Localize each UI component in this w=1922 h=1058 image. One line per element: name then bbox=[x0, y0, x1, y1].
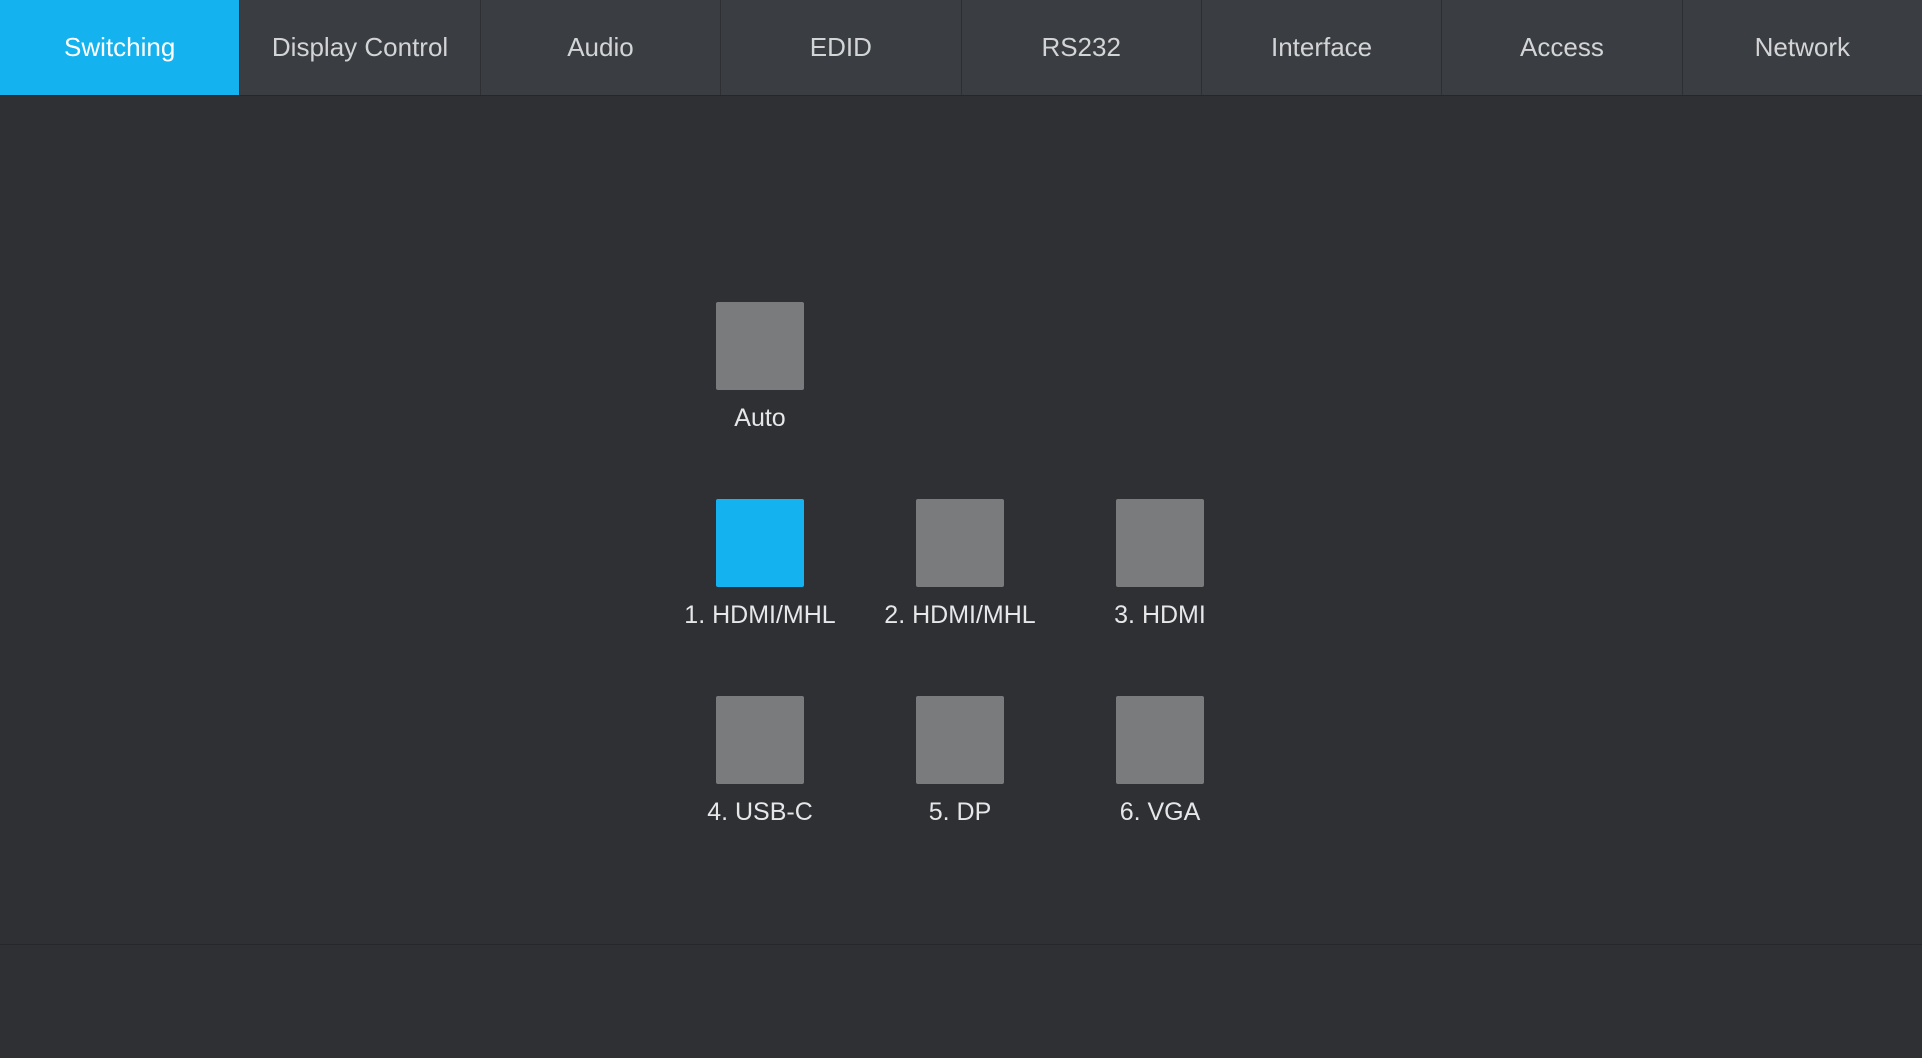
input-4-button[interactable] bbox=[716, 696, 804, 784]
tab-bar: Switching Display Control Audio EDID RS2… bbox=[0, 0, 1922, 96]
input-cell-5: 5. DP bbox=[860, 696, 1060, 827]
tab-rs232[interactable]: RS232 bbox=[962, 0, 1202, 95]
switching-grid: Auto 1. HDMI/MHL 2. HDMI/MHL 3. HDMI bbox=[660, 302, 1260, 893]
input-row-2: 4. USB-C 5. DP 6. VGA bbox=[660, 696, 1260, 827]
tab-label: RS232 bbox=[1041, 32, 1121, 63]
tab-label: EDID bbox=[810, 32, 872, 63]
input-2-button[interactable] bbox=[916, 499, 1004, 587]
input-cell-4: 4. USB-C bbox=[660, 696, 860, 827]
tab-label: Audio bbox=[567, 32, 634, 63]
input-cell-1: 1. HDMI/MHL bbox=[660, 499, 860, 630]
tab-label: Access bbox=[1520, 32, 1604, 63]
tab-label: Switching bbox=[64, 32, 175, 63]
input-6-label: 6. VGA bbox=[1120, 798, 1201, 827]
input-5-label: 5. DP bbox=[929, 798, 992, 827]
footer-bar bbox=[0, 944, 1922, 1058]
input-4-label: 4. USB-C bbox=[707, 798, 813, 827]
tab-audio[interactable]: Audio bbox=[481, 0, 721, 95]
tab-switching[interactable]: Switching bbox=[0, 0, 240, 95]
input-3-button[interactable] bbox=[1116, 499, 1204, 587]
content-area: Auto 1. HDMI/MHL 2. HDMI/MHL 3. HDMI bbox=[0, 96, 1922, 944]
input-cell-3: 3. HDMI bbox=[1060, 499, 1260, 630]
input-cell-2: 2. HDMI/MHL bbox=[860, 499, 1060, 630]
input-row-1: 1. HDMI/MHL 2. HDMI/MHL 3. HDMI bbox=[660, 499, 1260, 630]
auto-row: Auto bbox=[660, 302, 1260, 433]
input-6-button[interactable] bbox=[1116, 696, 1204, 784]
tab-label: Display Control bbox=[272, 32, 448, 63]
input-1-label: 1. HDMI/MHL bbox=[684, 601, 835, 630]
input-5-button[interactable] bbox=[916, 696, 1004, 784]
auto-cell: Auto bbox=[660, 302, 860, 433]
input-cell-6: 6. VGA bbox=[1060, 696, 1260, 827]
input-3-label: 3. HDMI bbox=[1114, 601, 1206, 630]
tab-access[interactable]: Access bbox=[1442, 0, 1682, 95]
tab-interface[interactable]: Interface bbox=[1202, 0, 1442, 95]
auto-button[interactable] bbox=[716, 302, 804, 390]
tab-network[interactable]: Network bbox=[1683, 0, 1922, 95]
tab-edid[interactable]: EDID bbox=[721, 0, 961, 95]
auto-label: Auto bbox=[734, 404, 785, 433]
tab-label: Network bbox=[1755, 32, 1850, 63]
input-1-button[interactable] bbox=[716, 499, 804, 587]
tab-display-control[interactable]: Display Control bbox=[240, 0, 480, 95]
tab-label: Interface bbox=[1271, 32, 1372, 63]
input-2-label: 2. HDMI/MHL bbox=[884, 601, 1035, 630]
app-root: Switching Display Control Audio EDID RS2… bbox=[0, 0, 1922, 1058]
